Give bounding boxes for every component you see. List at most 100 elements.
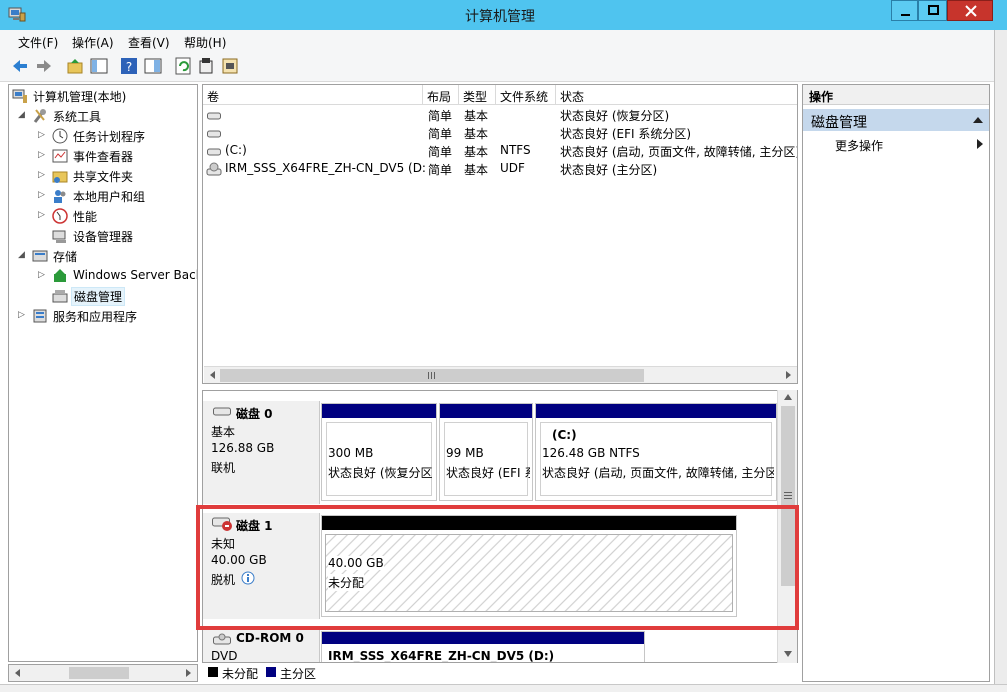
backup-icon xyxy=(54,269,66,282)
tree-horizontal-scrollbar[interactable] xyxy=(8,664,198,682)
toolbar: ? xyxy=(0,52,994,82)
partition-status: 状态良好 (EFI 系 xyxy=(446,466,530,480)
volume-layout: 简单 xyxy=(428,127,453,141)
collapse-arrow-icon[interactable] xyxy=(973,117,983,124)
disk-state: 联机 xyxy=(211,461,236,475)
shared-folder-icon xyxy=(52,171,68,183)
actions-pane: 操作 磁盘管理 更多操作 xyxy=(802,84,990,682)
highlight-box xyxy=(196,505,799,630)
actions-group-label: 磁盘管理 xyxy=(811,115,867,131)
forward-icon[interactable] xyxy=(35,57,53,75)
menu-action[interactable]: 操作(A) xyxy=(72,34,114,51)
show-hide-tree-icon[interactable] xyxy=(90,57,108,75)
submenu-arrow-icon[interactable] xyxy=(977,139,983,149)
collapsed-arrow-icon[interactable]: ▷ xyxy=(18,310,26,320)
menu-help[interactable]: 帮助(H) xyxy=(184,34,226,51)
disk-type: 基本 xyxy=(211,425,236,439)
more-actions-item[interactable]: 更多操作 xyxy=(835,137,883,154)
computer-management-icon xyxy=(12,89,27,103)
actions-group-disk-management[interactable]: 磁盘管理 xyxy=(803,109,989,131)
partition-recovery[interactable]: 300 MB 状态良好 (恢复分区 xyxy=(321,403,437,501)
more-actions-label: 更多操作 xyxy=(835,139,884,153)
services-icon xyxy=(33,309,47,323)
collapsed-arrow-icon[interactable]: ▷ xyxy=(38,210,46,220)
tree-item-label: 共享文件夹 xyxy=(73,170,134,184)
tree-item-label: 计算机管理(本地) xyxy=(33,90,127,104)
disk-0-info[interactable]: 磁盘 0 基本 126.88 GB 联机 xyxy=(203,401,320,504)
legend: 未分配 主分区 xyxy=(202,663,798,683)
collapsed-arrow-icon[interactable]: ▷ xyxy=(38,170,46,180)
cdrom-0-info[interactable]: CD-ROM 0 DVD xyxy=(203,629,320,663)
column-header-volume[interactable]: 卷 xyxy=(203,85,423,105)
tools-icon xyxy=(33,109,46,123)
legend-swatch-primary xyxy=(266,667,276,677)
device-manager-icon xyxy=(52,230,66,243)
collapsed-arrow-icon[interactable]: ▷ xyxy=(38,270,46,280)
volume-layout: 简单 xyxy=(428,145,453,159)
volume-list[interactable]: 卷 布局 类型 文件系统 状态 简单 基本 状态良好 (恢复分区) 简单 基本 … xyxy=(202,84,798,384)
minimize-button[interactable] xyxy=(891,0,918,21)
disk-management-icon xyxy=(52,290,68,303)
performance-icon xyxy=(52,208,68,224)
close-button[interactable] xyxy=(947,0,993,21)
refresh-icon[interactable] xyxy=(174,57,192,75)
volume-horizontal-scrollbar[interactable] xyxy=(204,366,797,383)
up-folder-icon[interactable] xyxy=(66,57,84,75)
properties-view-icon[interactable] xyxy=(144,57,162,75)
scrollbar-arrows-icon xyxy=(210,369,791,382)
tree-item-label: 本地用户和组 xyxy=(73,190,146,204)
close-icon xyxy=(965,5,977,17)
volume-status: 状态良好 (启动, 页面文件, 故障转储, 主分区) xyxy=(560,145,798,159)
expanded-arrow-icon[interactable]: ◢ xyxy=(18,110,26,120)
tree-item-label: 磁盘管理 xyxy=(71,287,126,306)
disk-size: 126.88 GB xyxy=(211,441,275,455)
menu-bar: 文件(F) 操作(A) 查看(V) 帮助(H) xyxy=(0,30,994,52)
help-icon[interactable]: ? xyxy=(120,57,138,75)
minimize-icon xyxy=(901,14,910,16)
volume-icon xyxy=(207,148,221,156)
storage-icon xyxy=(32,250,48,262)
tree-item-label: 性能 xyxy=(73,210,98,224)
volume-name: (C:) xyxy=(225,143,247,157)
expanded-arrow-icon[interactable]: ◢ xyxy=(18,250,26,260)
partition-size: 99 MB xyxy=(446,446,484,460)
column-header-layout[interactable]: 布局 xyxy=(423,85,459,105)
partition-cdrom[interactable]: IRM_SSS_X64FRE_ZH-CN_DV5 (D:) xyxy=(321,631,645,662)
menu-view[interactable]: 查看(V) xyxy=(128,34,170,51)
collapsed-arrow-icon[interactable]: ▷ xyxy=(38,190,46,200)
collapsed-arrow-icon[interactable]: ▷ xyxy=(38,130,46,140)
status-bar xyxy=(0,684,1007,692)
volume-status: 状态良好 (EFI 系统分区) xyxy=(560,127,692,141)
volume-status: 状态良好 (主分区) xyxy=(560,163,658,177)
column-header-filesystem[interactable]: 文件系统 xyxy=(496,85,556,105)
volume-type: 基本 xyxy=(464,109,489,123)
navigation-tree[interactable]: 计算机管理(本地) ◢ 系统工具 ▷ 任务计划程序 ▷ 事件查看器 ▷ 共享文件… xyxy=(8,84,198,662)
menu-file[interactable]: 文件(F) xyxy=(18,34,58,51)
back-icon[interactable] xyxy=(11,57,29,75)
column-header-type[interactable]: 类型 xyxy=(459,85,496,105)
volume-layout: 简单 xyxy=(428,163,453,177)
volume-filesystem: NTFS xyxy=(500,143,531,157)
partition-bar xyxy=(536,404,776,418)
tree-item-label: 设备管理器 xyxy=(73,230,134,244)
partition-size: 126.48 GB NTFS xyxy=(542,446,640,460)
collapsed-arrow-icon[interactable]: ▷ xyxy=(38,150,46,160)
disk-type: DVD xyxy=(211,649,238,663)
partition-bar xyxy=(322,632,644,644)
svg-text:?: ? xyxy=(126,60,132,74)
legend-label: 未分配 xyxy=(222,667,259,681)
disk-name: CD-ROM 0 xyxy=(236,631,304,645)
maximize-button[interactable] xyxy=(918,0,947,21)
settings-icon[interactable] xyxy=(197,57,215,75)
column-header-status[interactable]: 状态 xyxy=(556,85,797,105)
partition-bar xyxy=(440,404,532,418)
volume-layout: 简单 xyxy=(428,109,453,123)
window-title: 计算机管理 xyxy=(465,9,535,25)
tree-item-label: 事件查看器 xyxy=(73,150,134,164)
partition-c[interactable]: (C:) 126.48 GB NTFS 状态良好 (启动, 页面文件, 故障转储… xyxy=(535,403,777,501)
partition-efi[interactable]: 99 MB 状态良好 (EFI 系 xyxy=(439,403,533,501)
volume-icon xyxy=(207,112,221,120)
partition-status: 状态良好 (恢复分区 xyxy=(328,466,433,480)
partition-status: 状态良好 (启动, 页面文件, 故障转储, 主分区 xyxy=(542,466,774,480)
export-icon[interactable] xyxy=(221,57,239,75)
